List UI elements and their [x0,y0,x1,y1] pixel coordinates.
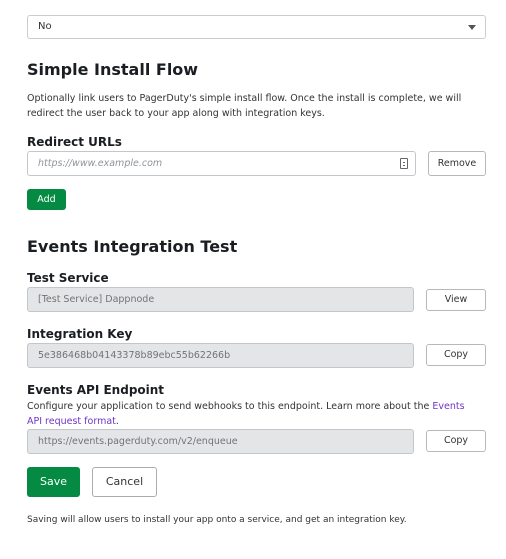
test-service-label: Test Service [27,271,109,285]
events-api-endpoint-label: Events API Endpoint [27,383,165,397]
footer-note: Saving will allow users to install your … [27,515,407,525]
view-test-service-button[interactable]: View [426,289,486,311]
chevron-down-icon [468,25,476,30]
redirect-urls-label: Redirect URLs [27,135,122,149]
test-service-field: [Test Service] Dappnode [27,287,414,312]
install-mode-select-value: No [38,21,52,32]
simple-install-heading: Simple Install Flow [27,60,199,79]
copy-integration-key-button[interactable]: Copy [426,344,486,366]
endpoint-description-text: Configure your application to send webho… [27,401,433,412]
list-icon [400,158,408,169]
events-endpoint-field: https://events.pagerduty.com/v2/enqueue [27,429,414,454]
save-button[interactable]: Save [27,467,80,497]
add-redirect-button[interactable]: Add [27,189,66,210]
integration-key-label: Integration Key [27,327,133,341]
simple-install-description: Optionally link users to PagerDuty's sim… [27,93,462,119]
remove-redirect-button[interactable]: Remove [428,151,486,176]
endpoint-description-end: . [115,416,119,427]
events-test-heading: Events Integration Test [27,237,238,256]
endpoint-description: Configure your application to send webho… [27,399,479,429]
cancel-button[interactable]: Cancel [92,467,157,497]
install-mode-select[interactable]: No [27,15,486,39]
redirect-url-input[interactable]: https://www.example.com [27,151,416,176]
copy-endpoint-button[interactable]: Copy [426,430,486,452]
redirect-url-placeholder: https://www.example.com [38,158,163,169]
integration-key-field: 5e386468b04143378b89ebc55b62266b [27,343,414,368]
